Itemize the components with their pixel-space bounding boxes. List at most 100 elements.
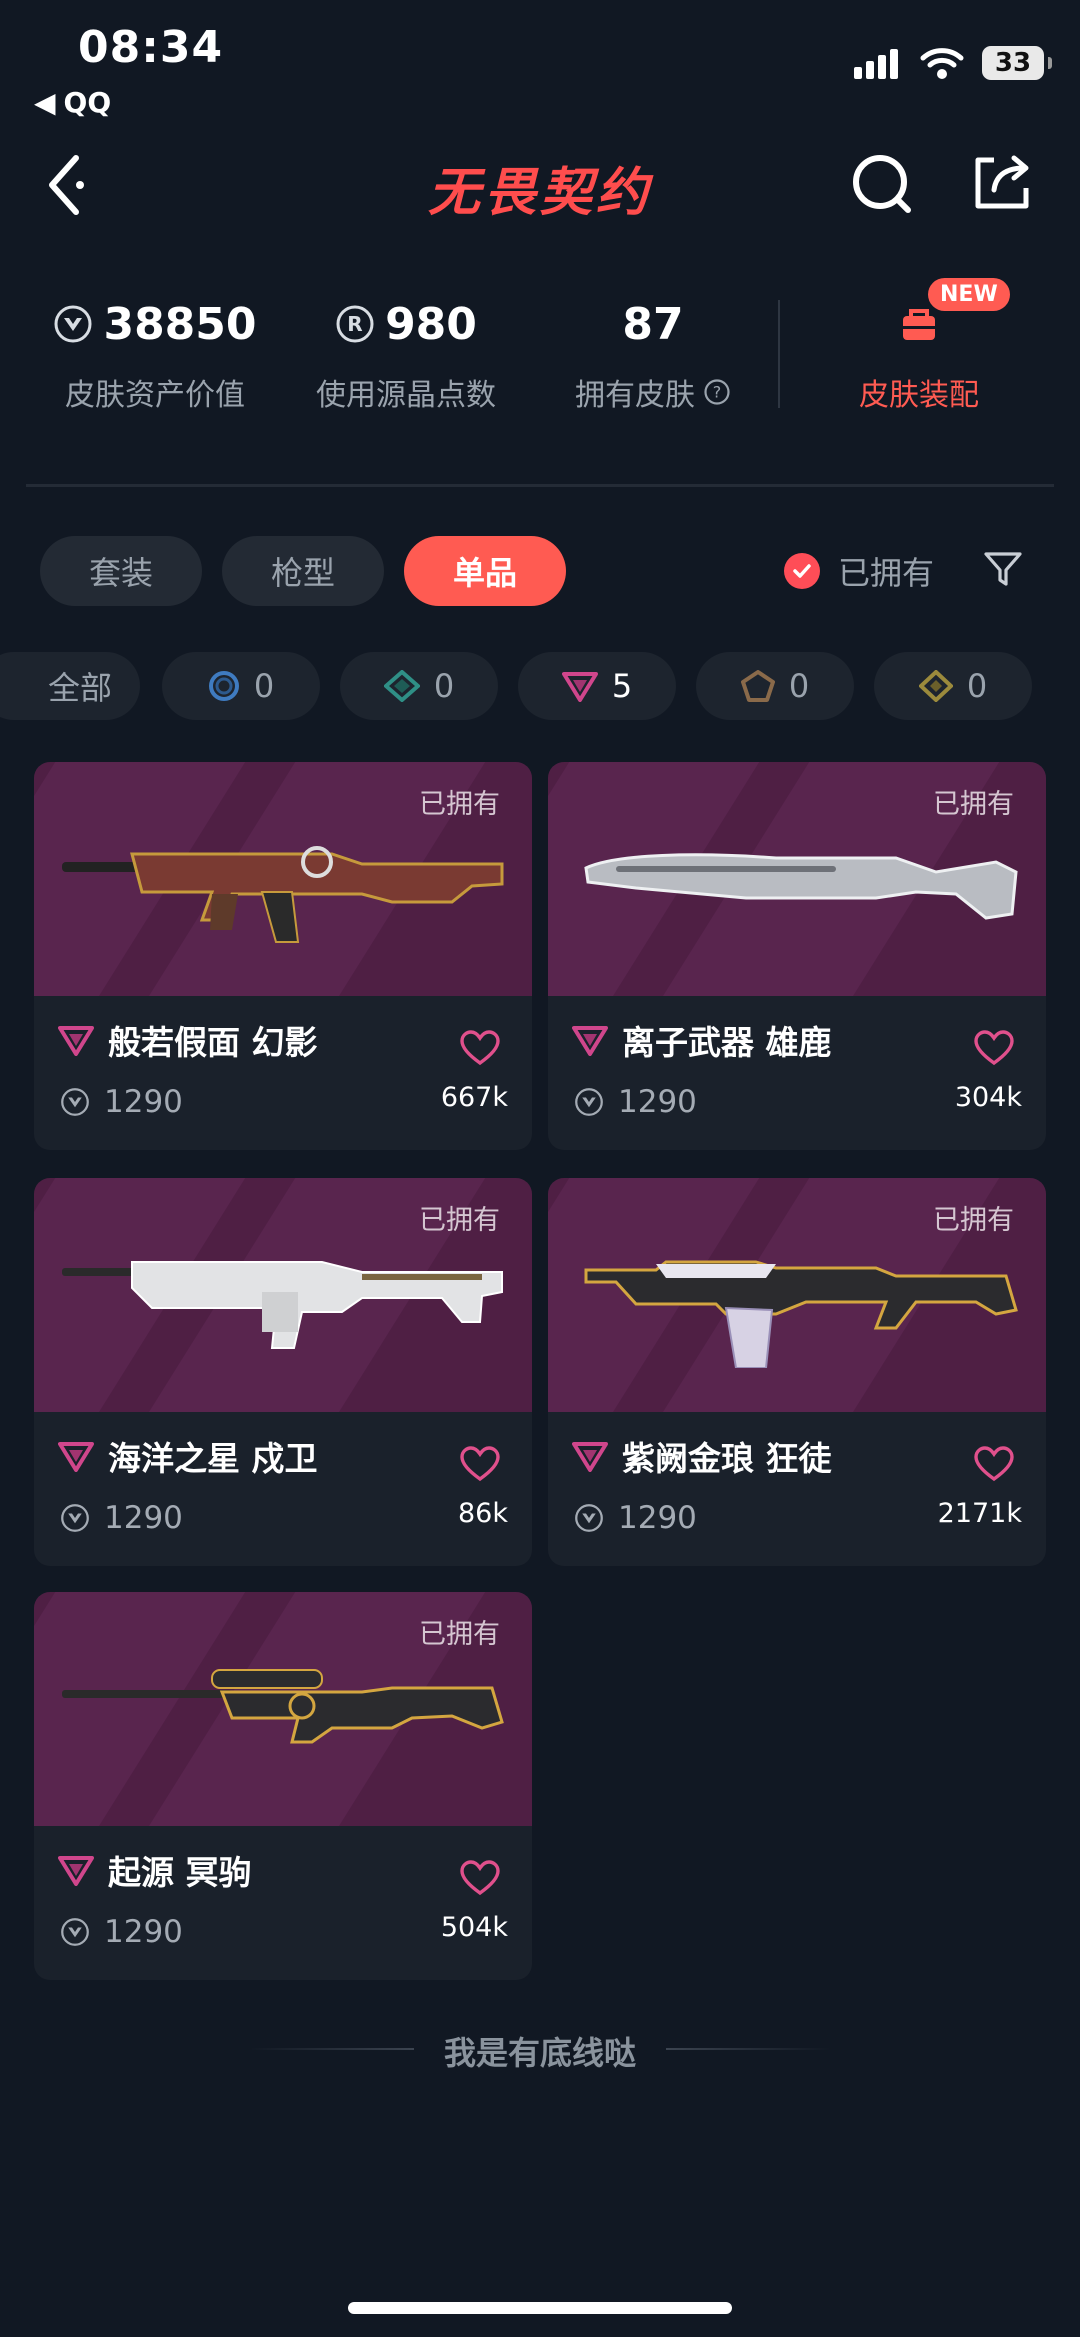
valorant-points-icon <box>575 1088 603 1116</box>
valorant-points-icon <box>575 1504 603 1532</box>
stat-value: 38850 <box>103 298 257 350</box>
stat-value: 87 <box>622 298 684 350</box>
heart-icon[interactable] <box>974 1446 1014 1482</box>
stat-label: 使用源晶点数 <box>316 378 496 413</box>
owned-tag: 已拥有 <box>933 789 1014 820</box>
back-to-app-link[interactable]: ◀ QQ <box>34 86 111 119</box>
deluxe-tier-icon <box>383 670 420 702</box>
rarity-chip-all[interactable]: 全部 <box>0 652 140 720</box>
app-logo: 无畏契约 <box>427 163 652 223</box>
vandal-rifle-icon <box>584 1260 1018 1368</box>
radianite-icon: R <box>336 305 374 343</box>
skin-image: 已拥有 <box>34 1592 532 1826</box>
skin-name: 紫阙金琅 狂徒 <box>622 1439 832 1478</box>
select-tier-icon <box>208 671 239 701</box>
help-icon[interactable]: ? <box>703 378 731 406</box>
heart-icon[interactable] <box>974 1030 1014 1066</box>
chip-count: 0 <box>788 667 810 705</box>
skin-image: 已拥有 <box>548 762 1046 996</box>
tab-weapon-type[interactable]: 枪型 <box>222 536 384 606</box>
rarity-chip-select[interactable]: 0 <box>162 652 320 720</box>
owned-filter-toggle[interactable]: 已拥有 <box>784 548 934 594</box>
bulldog-rifle-icon <box>584 853 1018 920</box>
skin-name: 起源 冥驹 <box>108 1853 252 1892</box>
header-divider <box>26 484 1054 487</box>
skin-equip-button[interactable]: 皮肤装配 <box>830 296 1008 414</box>
locker-icon <box>903 309 935 340</box>
filter-icon[interactable] <box>982 548 1024 590</box>
rarity-chip-exclusive[interactable]: 0 <box>696 652 854 720</box>
skin-name: 海洋之星 戍卫 <box>108 1439 318 1478</box>
chip-count: 0 <box>253 667 275 705</box>
skin-image: 已拥有 <box>34 762 532 996</box>
skin-card[interactable]: 已拥有 海洋之星 戍卫 1290 86k <box>34 1178 532 1566</box>
like-count: 504k <box>440 1912 508 1943</box>
skin-price: 1290 <box>104 1914 183 1950</box>
chip-count: 5 <box>611 667 633 705</box>
stat-owned-skins: 87 拥有皮肤 ? <box>560 296 746 414</box>
heart-icon[interactable] <box>460 1446 500 1482</box>
skin-price: 1290 <box>104 1500 183 1536</box>
battery-icon: 33 <box>982 46 1052 80</box>
skin-card[interactable]: 已拥有 般若假面 幻影 1290 667k <box>34 762 532 1150</box>
premium-tier-icon <box>572 1442 608 1472</box>
skin-image: 已拥有 <box>34 1178 532 1412</box>
checkbox-checked-icon <box>784 553 820 589</box>
valorant-points-icon <box>61 1504 89 1532</box>
premium-tier-icon <box>58 1856 94 1886</box>
back-app-label: QQ <box>63 86 112 119</box>
premium-tier-icon <box>58 1442 94 1472</box>
owned-tag: 已拥有 <box>419 789 500 820</box>
exclusive-tier-icon <box>740 670 775 702</box>
rarity-chip-ultra[interactable]: 0 <box>874 652 1032 720</box>
stat-skin-value: 38850 皮肤资产价值 <box>40 296 270 414</box>
heart-icon[interactable] <box>460 1860 500 1896</box>
share-icon[interactable] <box>972 152 1032 212</box>
tab-single-item[interactable]: 单品 <box>404 536 566 606</box>
operator-rifle-icon <box>62 1669 504 1744</box>
owned-tag: 已拥有 <box>419 1619 500 1650</box>
search-icon[interactable] <box>850 152 914 216</box>
signal-icon <box>854 49 898 79</box>
skin-name: 般若假面 幻影 <box>108 1023 318 1062</box>
status-time: 08:34 <box>78 22 224 73</box>
premium-tier-icon <box>561 672 598 702</box>
chip-label: 全部 <box>47 669 112 707</box>
skin-price: 1290 <box>618 1084 697 1120</box>
skin-card[interactable]: 已拥有 紫阙金琅 狂徒 1290 2171k <box>548 1178 1046 1566</box>
skin-image: 已拥有 <box>548 1178 1046 1412</box>
guardian-rifle-icon <box>62 1261 503 1349</box>
valorant-points-icon <box>61 1918 89 1946</box>
valorant-points-icon <box>61 1088 89 1116</box>
skin-card[interactable]: 已拥有 起源 冥驹 1290 504k <box>34 1592 532 1980</box>
like-count: 86k <box>458 1498 508 1529</box>
equip-label: 皮肤装配 <box>859 378 979 413</box>
svg-text:R: R <box>347 312 362 336</box>
owned-tag: 已拥有 <box>419 1205 500 1236</box>
chip-count: 0 <box>433 667 455 705</box>
like-count: 2171k <box>937 1498 1022 1529</box>
end-of-list-text: 我是有底线哒 <box>443 2034 636 2072</box>
skin-card[interactable]: 已拥有 离子武器 雄鹿 1290 304k <box>548 762 1046 1150</box>
premium-tier-icon <box>58 1026 94 1056</box>
rarity-chip-deluxe[interactable]: 0 <box>340 652 498 720</box>
tab-set[interactable]: 套装 <box>40 536 202 606</box>
stats-divider <box>778 300 780 408</box>
stat-label: 拥有皮肤 <box>575 378 695 413</box>
owned-tag: 已拥有 <box>933 1205 1014 1236</box>
like-count: 304k <box>954 1082 1022 1113</box>
skin-price: 1290 <box>618 1500 697 1536</box>
owned-filter-label: 已拥有 <box>838 554 935 592</box>
stat-radianite: R 980 使用源晶点数 <box>300 296 512 414</box>
stat-label: 皮肤资产价值 <box>65 378 245 413</box>
back-triangle-icon: ◀ <box>34 86 56 119</box>
home-indicator[interactable] <box>348 2302 732 2314</box>
rarity-chip-premium[interactable]: 5 <box>518 652 676 720</box>
valorant-points-icon <box>54 305 92 343</box>
skin-price: 1290 <box>104 1084 183 1120</box>
wifi-icon <box>920 48 964 79</box>
chip-count: 0 <box>966 667 988 705</box>
heart-icon[interactable] <box>460 1030 500 1066</box>
premium-tier-icon <box>572 1026 608 1056</box>
ultra-tier-icon <box>918 670 953 702</box>
